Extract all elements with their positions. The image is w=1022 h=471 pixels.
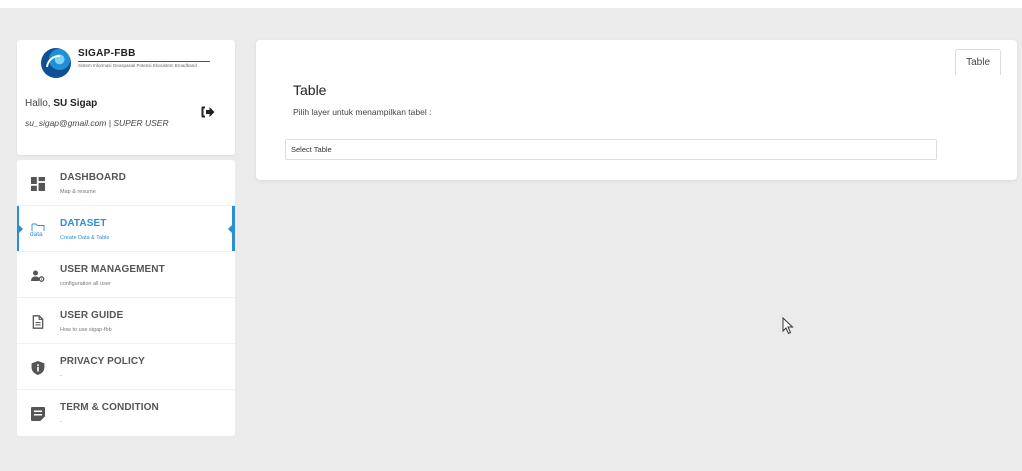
sidebar-item-sublabel: configuration all user xyxy=(60,281,111,287)
active-indicator-left xyxy=(19,225,23,233)
sidebar-item-sublabel: Create Data & Table xyxy=(60,235,110,241)
sidebar-item-dataset[interactable]: data DATASET Create Data & Table xyxy=(17,206,235,252)
sidebar-item-sublabel: - xyxy=(60,419,62,425)
top-bar xyxy=(0,0,1022,8)
sidebar-item-label: PRIVACY POLICY xyxy=(60,356,145,367)
data-folder-icon: data xyxy=(30,223,45,237)
sidebar-item-dashboard[interactable]: DASHBOARD Map & resume xyxy=(17,160,235,206)
user-gear-icon xyxy=(31,270,45,282)
sidebar-item-label: DATASET xyxy=(60,218,107,229)
brand-divider xyxy=(78,61,210,62)
mouse-cursor-icon xyxy=(782,317,794,335)
document-icon xyxy=(32,315,44,329)
sidebar-item-privacy-policy[interactable]: PRIVACY POLICY - xyxy=(17,344,235,390)
brand-logo xyxy=(41,48,71,78)
table-panel: Table Table Pilih layer untuk menampilka… xyxy=(256,40,1017,180)
sidebar-item-sublabel: - xyxy=(60,373,62,379)
page-title: Table xyxy=(293,82,327,98)
sidebar-item-sublabel: How to use sigap-fbb xyxy=(60,327,112,333)
brand-subtitle: Sistem Informasi Geospasial Potensi Ekos… xyxy=(78,63,197,68)
sidebar-item-user-management[interactable]: USER MANAGEMENT configuration all user xyxy=(17,252,235,298)
sidebar-item-label: USER MANAGEMENT xyxy=(60,264,165,275)
table-select[interactable]: Select Table xyxy=(285,139,937,160)
logout-icon[interactable] xyxy=(201,106,215,118)
greeting: Hallo, SU Sigap xyxy=(25,98,97,109)
sidebar-item-sublabel: Map & resume xyxy=(60,189,96,195)
page-description: Pilih layer untuk menampilkan tabel : xyxy=(293,107,432,117)
sidebar-item-label: TERM & CONDITION xyxy=(60,402,159,413)
sidebar-item-user-guide[interactable]: USER GUIDE How to use sigap-fbb xyxy=(17,298,235,344)
sidebar-item-label: DASHBOARD xyxy=(60,172,126,183)
data-folder-icon-text: data xyxy=(30,231,43,237)
dashboard-icon xyxy=(31,177,45,191)
brand-name: SIGAP-FBB xyxy=(78,48,136,59)
brand: SIGAP-FBB Sistem Informasi Geospasial Po… xyxy=(41,48,210,78)
user-name: SU Sigap xyxy=(53,98,98,109)
user-email-role: su_sigap@gmail.com | SUPER USER xyxy=(25,118,169,128)
sidebar-menu: DASHBOARD Map & resume data DATASET Crea… xyxy=(17,160,235,436)
sidebar-item-label: USER GUIDE xyxy=(60,310,124,321)
active-indicator-right xyxy=(228,225,232,233)
sidebar-item-term-condition[interactable]: TERM & CONDITION - xyxy=(17,390,235,436)
shield-icon xyxy=(31,361,45,375)
profile-card: SIGAP-FBB Sistem Informasi Geospasial Po… xyxy=(17,40,235,155)
note-icon xyxy=(31,407,45,421)
tab-table[interactable]: Table xyxy=(955,49,1001,75)
greeting-text: Hallo, xyxy=(25,98,51,109)
sidebar: SIGAP-FBB Sistem Informasi Geospasial Po… xyxy=(17,40,235,436)
